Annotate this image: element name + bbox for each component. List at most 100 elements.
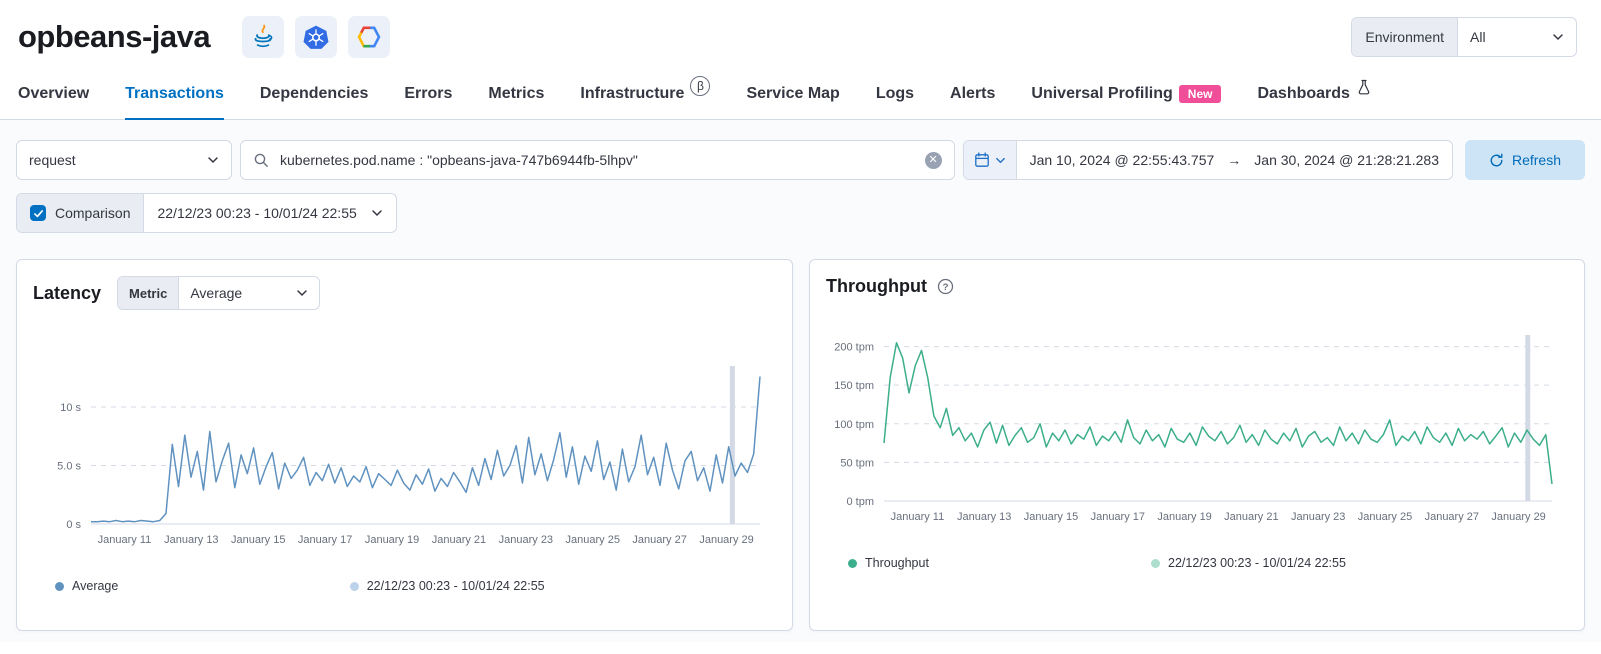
chevron-down-icon bbox=[207, 154, 219, 166]
check-icon bbox=[33, 208, 44, 219]
environment-value: All bbox=[1470, 29, 1486, 45]
comparison-control: Comparison 22/12/23 00:23 - 10/01/24 22:… bbox=[16, 193, 397, 233]
tab-service-map[interactable]: Service Map bbox=[746, 84, 839, 119]
svg-text:January 23: January 23 bbox=[499, 534, 553, 546]
svg-text:January 21: January 21 bbox=[432, 534, 486, 546]
throughput-chart: 0 tpm 50 tpm 100 tpm 150 tpm 200 tpm January … bbox=[826, 325, 1568, 534]
comparison-label: Comparison bbox=[55, 205, 130, 221]
legend-label: Throughput bbox=[865, 556, 929, 570]
refresh-label: Refresh bbox=[1512, 152, 1561, 168]
tab-metrics[interactable]: Metrics bbox=[488, 84, 544, 119]
tab-universal-profiling[interactable]: Universal ProfilingNew bbox=[1031, 84, 1221, 119]
transaction-type-select[interactable]: request bbox=[16, 140, 232, 180]
search-input[interactable] bbox=[278, 151, 916, 169]
kubernetes-icon bbox=[295, 16, 337, 58]
svg-text:January 13: January 13 bbox=[164, 534, 218, 546]
tab-label: Alerts bbox=[950, 85, 995, 103]
svg-text:January 29: January 29 bbox=[699, 534, 753, 546]
legend-dot-icon bbox=[848, 559, 857, 568]
legend-label: Average bbox=[72, 579, 118, 593]
environment-select[interactable]: Environment All bbox=[1351, 17, 1577, 57]
date-quick-select-button[interactable] bbox=[964, 141, 1017, 179]
java-icon bbox=[242, 16, 284, 58]
legend-item[interactable]: Throughput bbox=[848, 556, 929, 570]
legend-label: 22/12/23 00:23 - 10/01/24 22:55 bbox=[1168, 556, 1346, 570]
filter-bar: request ✕ Jan 10, 2024 @ 22:55:43.757 → … bbox=[16, 140, 1585, 180]
comparison-value: 22/12/23 00:23 - 10/01/24 22:55 bbox=[157, 205, 356, 221]
svg-text:January 27: January 27 bbox=[632, 534, 686, 546]
tab-label: Universal Profiling bbox=[1031, 85, 1172, 103]
svg-text:50 tpm: 50 tpm bbox=[840, 457, 874, 469]
chevron-down-icon bbox=[995, 155, 1006, 166]
throughput-title: Throughput bbox=[826, 276, 927, 297]
svg-text:200 tpm: 200 tpm bbox=[834, 342, 874, 354]
tab-alerts[interactable]: Alerts bbox=[950, 84, 995, 119]
date-picker: Jan 10, 2024 @ 22:55:43.757 → Jan 30, 20… bbox=[963, 140, 1453, 180]
latency-legend: Average 22/12/23 00:23 - 10/01/24 22:55 bbox=[33, 579, 776, 593]
tab-infrastructure[interactable]: Infrastructureβ bbox=[580, 84, 710, 119]
svg-text:January 29: January 29 bbox=[1491, 511, 1545, 523]
svg-text:January 19: January 19 bbox=[365, 534, 419, 546]
tab-overview[interactable]: Overview bbox=[18, 84, 89, 119]
comparison-row: Comparison 22/12/23 00:23 - 10/01/24 22:… bbox=[16, 193, 1585, 233]
tab-dashboards[interactable]: Dashboards bbox=[1257, 84, 1371, 119]
search-box: ✕ bbox=[240, 140, 955, 180]
tab-label: Errors bbox=[404, 85, 452, 103]
refresh-icon bbox=[1489, 153, 1504, 168]
svg-text:January 17: January 17 bbox=[298, 534, 352, 546]
legend-item[interactable]: 22/12/23 00:23 - 10/01/24 22:55 bbox=[350, 579, 545, 593]
tab-label: Transactions bbox=[125, 85, 224, 103]
tab-label: Infrastructure bbox=[580, 85, 684, 103]
comparison-checkbox[interactable] bbox=[30, 205, 46, 221]
charts-row: Latency Metric Average 0 s5.0 s10 sJanua… bbox=[16, 259, 1585, 631]
date-start[interactable]: Jan 10, 2024 @ 22:55:43.757 bbox=[1017, 152, 1228, 168]
help-icon[interactable]: ? bbox=[937, 278, 954, 295]
tab-label: Overview bbox=[18, 85, 89, 103]
date-range-arrow-icon: → bbox=[1227, 152, 1241, 168]
tab-label: Dependencies bbox=[260, 85, 368, 103]
legend-item[interactable]: Average bbox=[55, 579, 118, 593]
tab-logs[interactable]: Logs bbox=[876, 84, 914, 119]
environment-label: Environment bbox=[1352, 18, 1458, 56]
tab-label: Dashboards bbox=[1257, 85, 1349, 103]
svg-text:January 13: January 13 bbox=[957, 511, 1011, 523]
svg-text:0 tpm: 0 tpm bbox=[846, 496, 874, 508]
svg-text:January 23: January 23 bbox=[1291, 511, 1345, 523]
svg-text:5.0 s: 5.0 s bbox=[57, 460, 81, 472]
svg-text:January 15: January 15 bbox=[231, 534, 285, 546]
legend-dot-icon bbox=[1151, 559, 1160, 568]
legend-dot-icon bbox=[55, 582, 64, 591]
svg-text:?: ? bbox=[943, 282, 949, 293]
flask-icon bbox=[1356, 79, 1372, 95]
date-end[interactable]: Jan 30, 2024 @ 21:28:21.283 bbox=[1241, 152, 1452, 168]
tab-label: Metrics bbox=[488, 85, 544, 103]
latency-title: Latency bbox=[33, 283, 101, 304]
clear-search-icon[interactable]: ✕ bbox=[925, 152, 942, 169]
metric-select[interactable]: Average bbox=[179, 277, 319, 309]
legend-label: 22/12/23 00:23 - 10/01/24 22:55 bbox=[367, 579, 545, 593]
comparison-checkbox-group[interactable]: Comparison bbox=[17, 194, 144, 232]
tab-dependencies[interactable]: Dependencies bbox=[260, 84, 368, 119]
svg-text:January 25: January 25 bbox=[1358, 511, 1412, 523]
metric-value: Average bbox=[190, 285, 242, 301]
tab-transactions[interactable]: Transactions bbox=[125, 84, 224, 119]
page-title: opbeans-java bbox=[18, 19, 210, 55]
service-icons bbox=[242, 16, 390, 58]
search-icon bbox=[253, 152, 269, 168]
tab-label: Service Map bbox=[746, 85, 839, 103]
legend-item[interactable]: 22/12/23 00:23 - 10/01/24 22:55 bbox=[1151, 556, 1346, 570]
svg-text:100 tpm: 100 tpm bbox=[834, 419, 874, 431]
throughput-legend: Throughput 22/12/23 00:23 - 10/01/24 22:5… bbox=[826, 556, 1568, 570]
comparison-select[interactable]: 22/12/23 00:23 - 10/01/24 22:55 bbox=[144, 194, 395, 232]
tab-label: Logs bbox=[876, 85, 914, 103]
tab-errors[interactable]: Errors bbox=[404, 84, 452, 119]
svg-text:January 25: January 25 bbox=[566, 534, 620, 546]
svg-text:January 15: January 15 bbox=[1024, 511, 1078, 523]
svg-text:150 tpm: 150 tpm bbox=[834, 380, 874, 392]
svg-text:January 11: January 11 bbox=[98, 534, 152, 546]
svg-text:January 21: January 21 bbox=[1224, 511, 1278, 523]
latency-chart: 0 s5.0 s10 sJanuary 11January 13January … bbox=[33, 356, 776, 557]
refresh-button[interactable]: Refresh bbox=[1465, 140, 1585, 180]
svg-text:January 17: January 17 bbox=[1091, 511, 1145, 523]
svg-text:January 11: January 11 bbox=[891, 511, 945, 523]
